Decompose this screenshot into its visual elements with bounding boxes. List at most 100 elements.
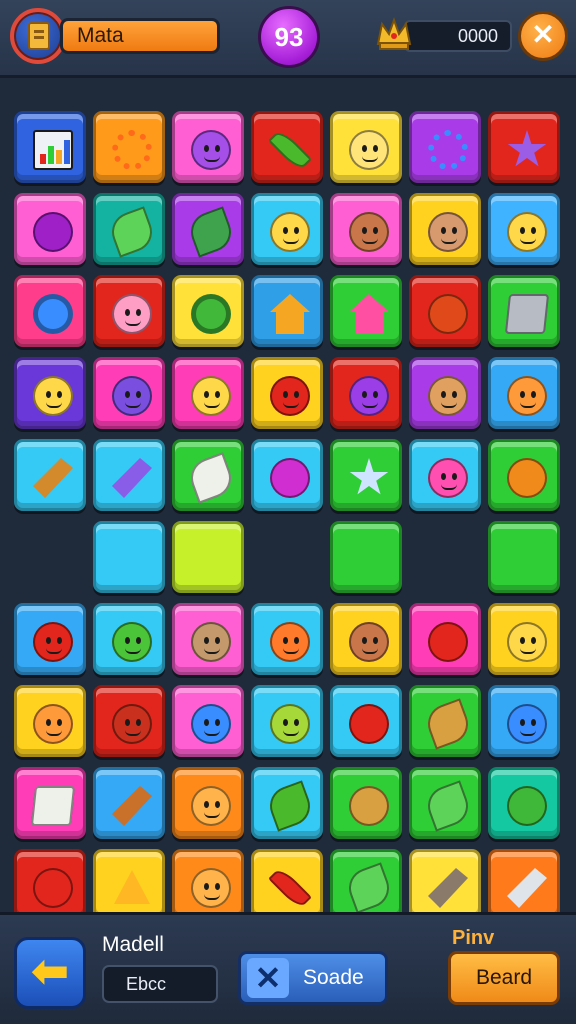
board-tile[interactable] bbox=[330, 849, 402, 921]
round-icon bbox=[507, 458, 547, 498]
board-tile[interactable] bbox=[93, 685, 165, 757]
mode-field[interactable]: Ebcc bbox=[102, 965, 218, 1003]
board-tile[interactable] bbox=[251, 193, 323, 265]
cube-icon bbox=[30, 786, 76, 826]
board-tile[interactable] bbox=[14, 193, 86, 265]
board-tile[interactable] bbox=[330, 439, 402, 511]
board-button-label: Beard bbox=[475, 966, 533, 989]
board-tile[interactable] bbox=[330, 111, 402, 183]
board-tile[interactable] bbox=[488, 193, 560, 265]
board-tile[interactable] bbox=[409, 111, 481, 183]
bottom-bar: ⬅ Madell Ebcc ✕ Soade Pinv Beard bbox=[0, 912, 576, 1024]
board-tile[interactable] bbox=[330, 521, 402, 593]
board-tile[interactable] bbox=[251, 603, 323, 675]
face-icon bbox=[507, 704, 547, 744]
board-tile[interactable] bbox=[409, 193, 481, 265]
board-tile[interactable] bbox=[93, 521, 165, 593]
board-tile[interactable] bbox=[93, 111, 165, 183]
board-tile[interactable] bbox=[14, 111, 86, 183]
board-tile[interactable] bbox=[172, 275, 244, 347]
board-tile[interactable] bbox=[251, 357, 323, 429]
board-tile[interactable] bbox=[251, 849, 323, 921]
board-tile[interactable] bbox=[330, 275, 402, 347]
board-tile[interactable] bbox=[14, 357, 86, 429]
board-tile[interactable] bbox=[172, 603, 244, 675]
player-avatar[interactable] bbox=[10, 8, 66, 64]
board-tile[interactable] bbox=[488, 521, 560, 593]
board-tile[interactable] bbox=[409, 439, 481, 511]
board-tile[interactable] bbox=[172, 439, 244, 511]
scode-button[interactable]: ✕ Soade bbox=[238, 951, 388, 1005]
board-tile[interactable] bbox=[488, 439, 560, 511]
back-button[interactable]: ⬅ bbox=[14, 937, 86, 1009]
cube-icon bbox=[504, 294, 550, 334]
board-tile[interactable] bbox=[172, 357, 244, 429]
star-icon bbox=[507, 130, 547, 167]
board-tile[interactable] bbox=[251, 439, 323, 511]
board-tile[interactable] bbox=[172, 521, 244, 593]
board-tile[interactable] bbox=[330, 357, 402, 429]
board-tile[interactable] bbox=[330, 193, 402, 265]
board-tile[interactable] bbox=[488, 849, 560, 921]
face-icon bbox=[112, 376, 152, 416]
board-tile[interactable] bbox=[93, 767, 165, 839]
board-tile[interactable] bbox=[409, 767, 481, 839]
board-tile[interactable] bbox=[93, 439, 165, 511]
board-tile[interactable] bbox=[409, 275, 481, 347]
face-icon bbox=[349, 130, 389, 170]
board-tile[interactable] bbox=[251, 111, 323, 183]
board-tile[interactable] bbox=[251, 767, 323, 839]
face-icon bbox=[191, 622, 231, 662]
house-icon bbox=[270, 294, 310, 334]
player-name: Mata bbox=[77, 24, 124, 47]
gear-icon bbox=[428, 130, 468, 170]
board-tile[interactable] bbox=[172, 685, 244, 757]
board-tile[interactable] bbox=[488, 111, 560, 183]
swirl-icon bbox=[191, 294, 231, 334]
board-tile[interactable] bbox=[488, 357, 560, 429]
swirl-icon bbox=[33, 294, 73, 334]
board-tile[interactable] bbox=[251, 275, 323, 347]
board-tile[interactable] bbox=[172, 193, 244, 265]
board-tile[interactable] bbox=[93, 275, 165, 347]
board-tile[interactable] bbox=[409, 603, 481, 675]
book-icon bbox=[28, 22, 50, 50]
board-tile[interactable] bbox=[14, 849, 86, 921]
board-tile[interactable] bbox=[172, 111, 244, 183]
face-icon bbox=[33, 622, 73, 662]
board-tile[interactable] bbox=[14, 685, 86, 757]
close-button[interactable]: ✕ bbox=[518, 11, 568, 61]
board-tile[interactable] bbox=[488, 685, 560, 757]
board-tile[interactable] bbox=[488, 767, 560, 839]
board-tile[interactable] bbox=[409, 685, 481, 757]
board-tile[interactable] bbox=[172, 767, 244, 839]
face-icon bbox=[349, 622, 389, 662]
face-icon bbox=[33, 376, 73, 416]
tri-icon bbox=[114, 870, 150, 904]
board-tile[interactable] bbox=[330, 767, 402, 839]
board-tile[interactable] bbox=[488, 603, 560, 675]
leaf-icon bbox=[422, 780, 474, 832]
shard-icon bbox=[428, 868, 468, 908]
board-tile[interactable] bbox=[251, 685, 323, 757]
face-icon bbox=[507, 376, 547, 416]
board-tile[interactable] bbox=[330, 685, 402, 757]
coin-counter: 0000 bbox=[404, 20, 512, 52]
board-tile[interactable] bbox=[409, 849, 481, 921]
board-tile[interactable] bbox=[93, 357, 165, 429]
board-tile[interactable] bbox=[330, 603, 402, 675]
board-button[interactable]: Beard bbox=[448, 951, 560, 1005]
mode-label: Madell bbox=[102, 933, 164, 956]
board-tile[interactable] bbox=[14, 275, 86, 347]
face-icon bbox=[428, 458, 468, 498]
board-tile[interactable] bbox=[14, 603, 86, 675]
board-tile[interactable] bbox=[172, 849, 244, 921]
board-tile[interactable] bbox=[93, 849, 165, 921]
board-tile[interactable] bbox=[14, 767, 86, 839]
board-tile[interactable] bbox=[14, 439, 86, 511]
board-tile[interactable] bbox=[409, 357, 481, 429]
face-icon bbox=[191, 376, 231, 416]
board-tile[interactable] bbox=[488, 275, 560, 347]
board-tile[interactable] bbox=[93, 603, 165, 675]
board-tile[interactable] bbox=[93, 193, 165, 265]
